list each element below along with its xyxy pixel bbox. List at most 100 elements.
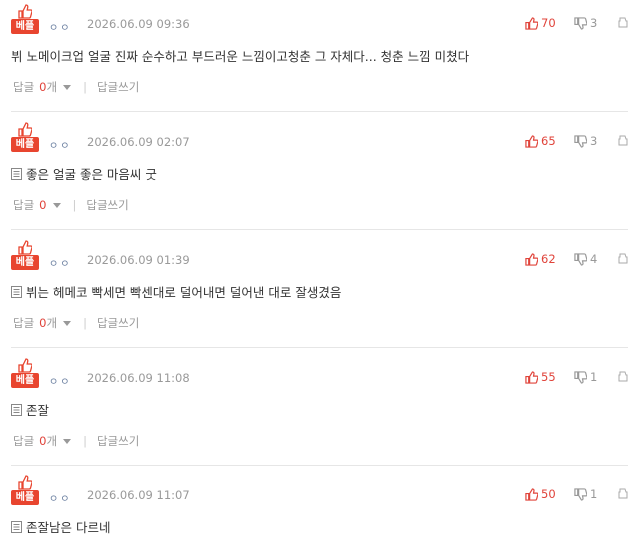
- comment-text: 존잘남은 다르네: [26, 520, 111, 535]
- reply-toggle[interactable]: 답글 0개: [13, 433, 57, 449]
- chevron-down-icon[interactable]: [52, 202, 61, 208]
- downvote-count: 1: [590, 487, 598, 501]
- thumbs-down-icon: [574, 134, 587, 148]
- divider: [11, 229, 628, 230]
- thumbs-up-icon: [18, 122, 32, 137]
- best-comment-badge: 베플: [11, 475, 39, 505]
- thumbs-down-icon: [574, 487, 587, 501]
- nickname[interactable]: ㅇㅇ: [49, 137, 71, 152]
- nickname[interactable]: ㅇㅇ: [49, 373, 71, 388]
- downvote-count: 3: [590, 16, 598, 30]
- separator: |: [83, 80, 87, 94]
- thumbs-up-icon: [525, 370, 538, 384]
- document-icon: [11, 520, 22, 533]
- upvote-button[interactable]: 50: [525, 487, 556, 501]
- comment-date: 2026.06.09 09:36: [87, 17, 190, 31]
- downvote-button[interactable]: 1: [574, 370, 597, 384]
- thumbs-down-icon: [574, 16, 587, 30]
- reply-toggle[interactable]: 답글 0: [13, 197, 47, 213]
- comment-footer: 답글 0개 | 답글쓰기: [13, 315, 139, 331]
- comment-body: 좋은 얼굴 좋은 마음씨 굿: [11, 164, 157, 183]
- upvote-button[interactable]: 70: [525, 16, 556, 30]
- reply-count: 0: [39, 198, 47, 212]
- chevron-down-icon[interactable]: [63, 84, 72, 90]
- comment-item: 베플 ㅇㅇ 2026.06.09 01:39 62 4 뷔는 헤메코 빡세면 빡…: [0, 236, 628, 348]
- thumbs-up-icon: [525, 252, 538, 266]
- divider: [11, 465, 628, 466]
- best-comment-badge: 베플: [11, 358, 39, 388]
- comment-date: 2026.06.09 02:07: [87, 135, 190, 149]
- report-icon[interactable]: [618, 17, 628, 29]
- comment-text: 뷔는 헤메코 빡세면 빡센대로 덜어내면 덜어낸 대로 잘생겼음: [26, 285, 342, 300]
- best-comment-badge: 베플: [11, 240, 39, 270]
- upvote-count: 55: [541, 370, 556, 384]
- thumbs-up-icon: [18, 4, 32, 19]
- upvote-button[interactable]: 62: [525, 252, 556, 266]
- chevron-down-icon[interactable]: [63, 438, 72, 444]
- report-icon[interactable]: [618, 135, 628, 147]
- comment-item: 베플 ㅇㅇ 2026.06.09 09:36 70 3 뷔 노메이크업 얼굴 진…: [0, 0, 628, 112]
- document-icon: [11, 167, 22, 180]
- comment-body: 존잘남은 다르네: [11, 517, 110, 536]
- downvote-button[interactable]: 3: [574, 134, 597, 148]
- best-comment-badge: 베플: [11, 4, 39, 34]
- divider: [11, 111, 628, 112]
- separator: |: [83, 434, 87, 448]
- downvote-button[interactable]: 3: [574, 16, 597, 30]
- comment-footer: 답글 0 | 답글쓰기: [13, 197, 129, 213]
- separator: |: [83, 316, 87, 330]
- comment-footer: 답글 0개 | 답글쓰기: [13, 433, 139, 449]
- write-reply-link[interactable]: 답글쓰기: [97, 79, 139, 95]
- comment-list: 베플 ㅇㅇ 2026.06.09 09:36 70 3 뷔 노메이크업 얼굴 진…: [0, 0, 640, 543]
- comment-item: 베플 ㅇㅇ 2026.06.09 02:07 65 3 좋은 얼굴 좋은 마음씨…: [0, 118, 628, 230]
- comment-date: 2026.06.09 11:07: [87, 488, 190, 502]
- separator: |: [72, 198, 77, 212]
- reply-count: 0: [39, 80, 47, 94]
- reply-toggle[interactable]: 답글 0개: [13, 79, 57, 95]
- upvote-count: 50: [541, 487, 556, 501]
- thumbs-up-icon: [18, 475, 32, 490]
- best-label: 베플: [11, 255, 39, 270]
- upvote-button[interactable]: 65: [525, 134, 556, 148]
- divider: [11, 347, 628, 348]
- comment-date: 2026.06.09 11:08: [87, 371, 190, 385]
- report-icon[interactable]: [618, 253, 628, 265]
- reply-toggle[interactable]: 답글 0개: [13, 315, 57, 331]
- downvote-count: 1: [590, 370, 598, 384]
- nickname[interactable]: ㅇㅇ: [49, 255, 71, 270]
- comment-body: 뷔는 헤메코 빡세면 빡센대로 덜어내면 덜어낸 대로 잘생겼음: [11, 282, 341, 301]
- downvote-count: 4: [590, 252, 598, 266]
- thumbs-down-icon: [574, 370, 587, 384]
- best-label: 베플: [11, 19, 39, 34]
- upvote-count: 62: [541, 252, 556, 266]
- downvote-button[interactable]: 1: [574, 487, 597, 501]
- downvote-count: 3: [590, 134, 598, 148]
- comment-item: 베플 ㅇㅇ 2026.06.09 11:07 50 1 존잘남은 다르네: [0, 471, 628, 535]
- reply-count: 0: [39, 316, 47, 330]
- comment-date: 2026.06.09 01:39: [87, 253, 190, 267]
- nickname[interactable]: ㅇㅇ: [49, 19, 71, 34]
- thumbs-up-icon: [525, 134, 538, 148]
- report-icon[interactable]: [618, 488, 628, 500]
- nickname[interactable]: ㅇㅇ: [49, 490, 71, 505]
- best-label: 베플: [11, 373, 39, 388]
- downvote-button[interactable]: 4: [574, 252, 597, 266]
- write-reply-link[interactable]: 답글쓰기: [86, 197, 128, 213]
- write-reply-link[interactable]: 답글쓰기: [97, 433, 139, 449]
- upvote-count: 65: [541, 134, 556, 148]
- report-icon[interactable]: [618, 371, 628, 383]
- thumbs-up-icon: [18, 358, 32, 373]
- thumbs-up-icon: [525, 487, 538, 501]
- best-comment-badge: 베플: [11, 122, 39, 152]
- comment-footer: 답글 0개 | 답글쓰기: [13, 79, 139, 95]
- comment-item: 베플 ㅇㅇ 2026.06.09 11:08 55 1 존잘 답글 0개 | 답…: [0, 354, 628, 466]
- upvote-button[interactable]: 55: [525, 370, 556, 384]
- thumbs-down-icon: [574, 252, 587, 266]
- best-label: 베플: [11, 137, 39, 152]
- write-reply-link[interactable]: 답글쓰기: [97, 315, 139, 331]
- chevron-down-icon[interactable]: [63, 320, 72, 326]
- thumbs-up-icon: [525, 16, 538, 30]
- comment-text: 좋은 얼굴 좋은 마음씨 굿: [26, 167, 157, 182]
- reply-count: 0: [39, 434, 47, 448]
- comment-body: 존잘: [11, 400, 49, 419]
